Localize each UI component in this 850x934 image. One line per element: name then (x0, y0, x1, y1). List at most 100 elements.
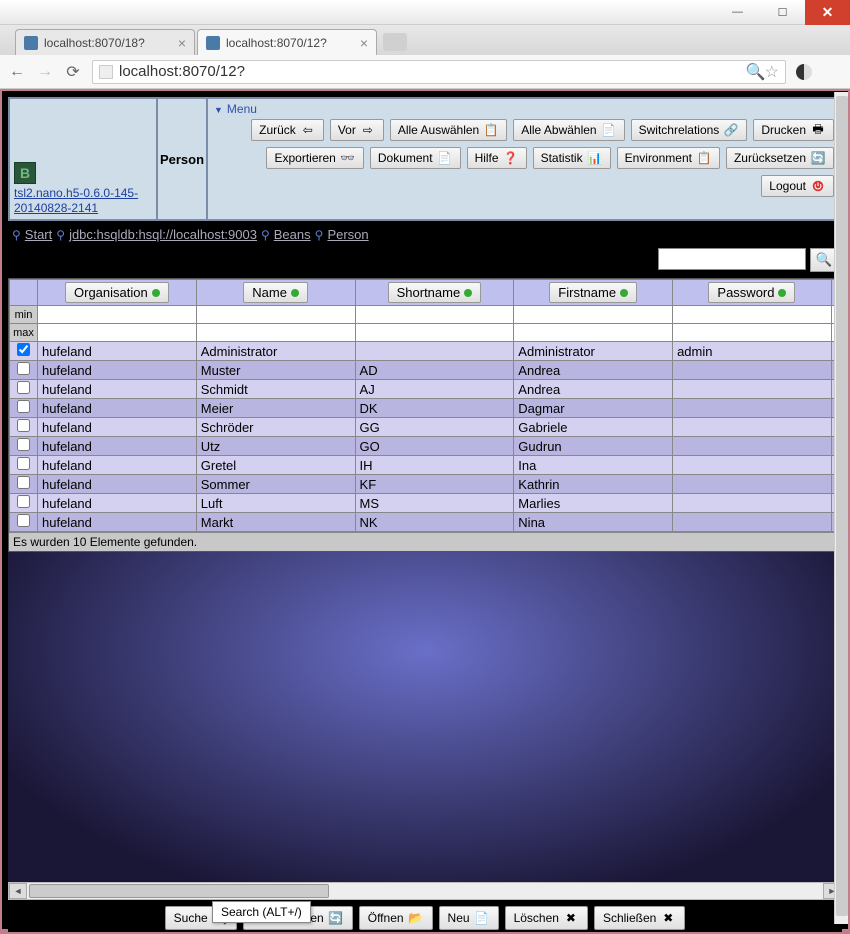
filter-input[interactable] (673, 325, 831, 341)
filter-input[interactable] (356, 307, 514, 323)
row-checkbox[interactable] (17, 362, 30, 375)
horizontal-scrollbar[interactable]: ◄ ► (8, 882, 842, 900)
breadcrumb-link[interactable]: Person (327, 227, 368, 242)
breadcrumb-link[interactable]: Start (25, 227, 52, 242)
column-header[interactable]: Password (673, 280, 832, 306)
row-checkbox[interactable] (17, 400, 30, 413)
cell: hufeland (38, 399, 197, 418)
exportieren-button[interactable]: Exportieren👓 (266, 147, 363, 169)
forward-button[interactable]: → (36, 63, 54, 81)
backdrop (8, 552, 842, 882)
window-maximize-button[interactable]: ☐ (760, 0, 805, 25)
button-label: Schließen (603, 911, 656, 925)
button-icon: 🔄 (328, 911, 344, 925)
button-label: Logout (769, 179, 806, 193)
tab-close-icon[interactable]: × (178, 35, 186, 51)
filter-input[interactable] (38, 307, 196, 323)
search-input[interactable] (658, 248, 806, 270)
contrast-icon[interactable] (796, 64, 812, 80)
column-header[interactable]: Organisation (38, 280, 197, 306)
table-row[interactable]: hufelandUtzGOGudrun (10, 437, 841, 456)
new-tab-button[interactable] (383, 33, 407, 51)
scroll-thumb[interactable] (29, 884, 329, 898)
button-icon: ✖ (660, 911, 676, 925)
vertical-scrollbar[interactable] (834, 92, 848, 924)
breadcrumb-link[interactable]: Beans (274, 227, 311, 242)
browser-tab[interactable]: localhost:8070/12? × (197, 29, 377, 55)
table-row[interactable]: hufelandAdministratorAdministratoradmin (10, 342, 841, 361)
filter-input[interactable] (514, 325, 672, 341)
-ffnen-button[interactable]: Öffnen📂 (359, 906, 433, 930)
toolbar-row: Exportieren👓 Dokument📄 Hilfe❓ Statistik📊 Env… (214, 144, 834, 172)
environment-button[interactable]: Environment📋 (617, 147, 720, 169)
table-row[interactable]: hufelandSommerKFKathrin (10, 475, 841, 494)
column-header[interactable]: Firstname (514, 280, 673, 306)
vor-button[interactable]: Vor⇨ (330, 119, 384, 141)
drucken-button[interactable]: Drucken🖶 (753, 119, 834, 141)
column-header[interactable]: Name (196, 280, 355, 306)
menu-collapse-icon[interactable]: ▼ (214, 105, 223, 115)
button-icon: 👓 (340, 151, 356, 165)
sort-indicator-icon (464, 289, 472, 297)
row-checkbox[interactable] (17, 476, 30, 489)
row-checkbox[interactable] (17, 457, 30, 470)
table-row[interactable]: hufelandMarktNKNina (10, 513, 841, 532)
scroll-thumb[interactable] (836, 96, 848, 916)
cell: Kathrin (514, 475, 673, 494)
cell: Meier (196, 399, 355, 418)
schlie-en-button[interactable]: Schließen ✖ (594, 906, 685, 930)
row-checkbox[interactable] (17, 419, 30, 432)
browser-tab[interactable]: localhost:8070/18? × (15, 29, 195, 55)
dokument-button[interactable]: Dokument📄 (370, 147, 461, 169)
back-button[interactable]: ← (8, 63, 26, 81)
row-checkbox[interactable] (17, 438, 30, 451)
button-icon: ⇦ (300, 123, 316, 137)
window-minimize-button[interactable]: — (715, 0, 760, 25)
window-close-button[interactable]: ✕ (805, 0, 850, 25)
filter-input[interactable] (197, 307, 355, 323)
tab-close-icon[interactable]: × (360, 35, 368, 51)
table-row[interactable]: hufelandMeierDKDagmar (10, 399, 841, 418)
row-checkbox[interactable] (17, 514, 30, 527)
cell: Ina (514, 456, 673, 475)
alle-abw-hlen-button[interactable]: Alle Abwählen📄 (513, 119, 624, 141)
filter-input[interactable] (356, 325, 514, 341)
sort-indicator-icon (620, 289, 628, 297)
cell: Andrea (514, 380, 673, 399)
cell: Schröder (196, 418, 355, 437)
hilfe-button[interactable]: Hilfe❓ (467, 147, 527, 169)
header-panel: B tsl2.nano.h5-0.6.0-145-20140828-2141 P… (8, 97, 842, 221)
filter-input[interactable] (38, 325, 196, 341)
column-header[interactable]: Shortname (355, 280, 514, 306)
l-schen-button[interactable]: Löschen✖ (505, 906, 588, 930)
filter-label: min (10, 306, 38, 324)
zoom-icon[interactable]: 🔍 (747, 63, 765, 81)
row-checkbox[interactable] (17, 495, 30, 508)
row-checkbox[interactable] (17, 381, 30, 394)
logout-button[interactable]: Logout (761, 175, 834, 197)
version-link[interactable]: tsl2.nano.h5-0.6.0-145-20140828-2141 (14, 186, 152, 215)
table-row[interactable]: hufelandSchröderGGGabriele (10, 418, 841, 437)
reload-button[interactable]: ⟳ (64, 63, 82, 81)
scroll-left-arrow[interactable]: ◄ (9, 883, 27, 899)
button-icon: ⇨ (360, 123, 376, 137)
button-label: Suche (174, 911, 208, 925)
url-input[interactable]: localhost:8070/12? 🔍 ☆ (92, 60, 786, 84)
breadcrumb-link[interactable]: jdbc:hsqldb:hsql://localhost:9003 (69, 227, 257, 242)
neu-button[interactable]: Neu📄 (439, 906, 499, 930)
scroll-track[interactable] (27, 883, 823, 899)
zur-cksetzen-button[interactable]: Zurücksetzen🔄 (726, 147, 834, 169)
statistik-button[interactable]: Statistik📊 (533, 147, 611, 169)
switchrelations-button[interactable]: Switchrelations🔗 (631, 119, 748, 141)
row-checkbox[interactable] (17, 343, 30, 356)
table-row[interactable]: hufelandSchmidtAJAndrea (10, 380, 841, 399)
filter-input[interactable] (197, 325, 355, 341)
table-row[interactable]: hufelandLuftMSMarlies (10, 494, 841, 513)
table-row[interactable]: hufelandGretelIHIna (10, 456, 841, 475)
table-row[interactable]: hufelandMusterADAndrea (10, 361, 841, 380)
filter-input[interactable] (514, 307, 672, 323)
alle-ausw-hlen-button[interactable]: Alle Auswählen📋 (390, 119, 507, 141)
filter-input[interactable] (673, 307, 831, 323)
zur-ck-button[interactable]: Zurück⇦ (251, 119, 324, 141)
bookmark-star-icon[interactable]: ☆ (765, 62, 779, 82)
